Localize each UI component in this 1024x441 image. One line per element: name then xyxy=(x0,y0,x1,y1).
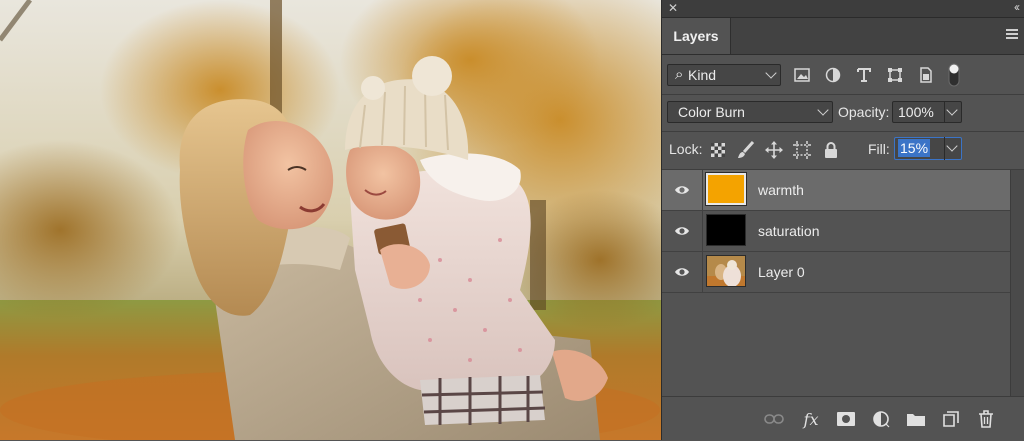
close-panel-icon[interactable]: ✕ xyxy=(668,1,678,15)
lock-image-pixels-icon[interactable] xyxy=(736,140,756,160)
fill-label: Fill: xyxy=(868,141,890,157)
fill-field[interactable]: 15% xyxy=(894,137,962,160)
layer-row-warmth[interactable]: warmth xyxy=(662,170,1010,211)
blend-mode-value: Color Burn xyxy=(678,104,745,120)
lock-all-icon[interactable] xyxy=(821,140,841,160)
filter-kind-label: Kind xyxy=(688,67,717,83)
document-canvas[interactable] xyxy=(0,0,661,440)
photo-thumbnail xyxy=(707,256,745,286)
adjustment-layer-filter-icon[interactable] xyxy=(823,65,843,85)
pixel-layer-filter-icon[interactable] xyxy=(792,65,812,85)
visibility-eye-icon[interactable] xyxy=(674,182,690,198)
lock-position-icon[interactable] xyxy=(764,140,784,160)
lock-label: Lock: xyxy=(669,141,703,157)
lock-artboard-icon[interactable] xyxy=(792,140,812,160)
layer-name[interactable]: warmth xyxy=(758,182,804,198)
layer-thumbnail xyxy=(706,214,746,246)
blend-row: Color Burn Opacity: 100% xyxy=(662,95,1024,131)
filter-kind-select[interactable]: ⌕ Kind xyxy=(667,64,781,86)
new-layer-icon[interactable] xyxy=(941,409,961,429)
link-layers-icon[interactable] xyxy=(764,409,784,429)
adjustment-layer-icon[interactable] xyxy=(871,409,891,429)
layers-panel: ✕ ‹‹ Layers ⌕ Kind Color Burn Opacity: 1… xyxy=(661,0,1024,441)
blend-mode-select[interactable]: Color Burn xyxy=(667,101,833,123)
shape-layer-filter-icon[interactable] xyxy=(885,65,905,85)
layer-mask-icon[interactable] xyxy=(836,409,856,429)
layer-row-layer-0[interactable]: Layer 0 xyxy=(662,252,1010,293)
search-icon: ⌕ xyxy=(675,66,684,83)
lock-transparent-pixels-icon[interactable] xyxy=(708,140,728,160)
fx-icon[interactable]: fx xyxy=(801,409,821,429)
chevron-down-icon xyxy=(817,104,829,116)
opacity-label: Opacity: xyxy=(838,104,890,120)
mother-child-photo xyxy=(0,0,661,440)
layers-scrollbar[interactable] xyxy=(1010,170,1024,396)
fill-value: 15% xyxy=(898,139,931,157)
visibility-eye-icon[interactable] xyxy=(674,264,690,280)
opacity-value: 100% xyxy=(898,104,934,120)
layers-bottom-toolbar: fx xyxy=(662,396,1024,441)
type-layer-filter-icon[interactable] xyxy=(854,65,874,85)
collapse-panel-icon[interactable]: ‹‹ xyxy=(1014,0,1020,14)
layer-name[interactable]: Layer 0 xyxy=(758,264,805,280)
tab-layers[interactable]: Layers xyxy=(662,18,731,54)
trash-icon[interactable] xyxy=(976,409,996,429)
opacity-field[interactable]: 100% xyxy=(892,101,962,123)
layer-row-saturation[interactable]: saturation xyxy=(662,211,1010,252)
panel-menu-icon[interactable] xyxy=(1006,29,1018,41)
chevron-down-icon xyxy=(765,67,777,79)
layer-thumbnail xyxy=(706,255,746,287)
chevron-down-icon xyxy=(946,104,958,116)
layer-name[interactable]: saturation xyxy=(758,223,819,239)
filter-toggle-icon[interactable] xyxy=(947,63,961,87)
panel-title-bar: ✕ ‹‹ xyxy=(662,0,1024,18)
smart-object-filter-icon[interactable] xyxy=(916,65,936,85)
visibility-eye-icon[interactable] xyxy=(674,223,690,239)
group-folder-icon[interactable] xyxy=(906,409,926,429)
filter-row: ⌕ Kind xyxy=(662,55,1024,95)
panel-tab-row: Layers xyxy=(662,18,1024,55)
layer-thumbnail xyxy=(705,172,747,206)
chevron-down-icon xyxy=(946,140,958,152)
lock-row: Lock: Fill: 15% xyxy=(662,132,1024,168)
